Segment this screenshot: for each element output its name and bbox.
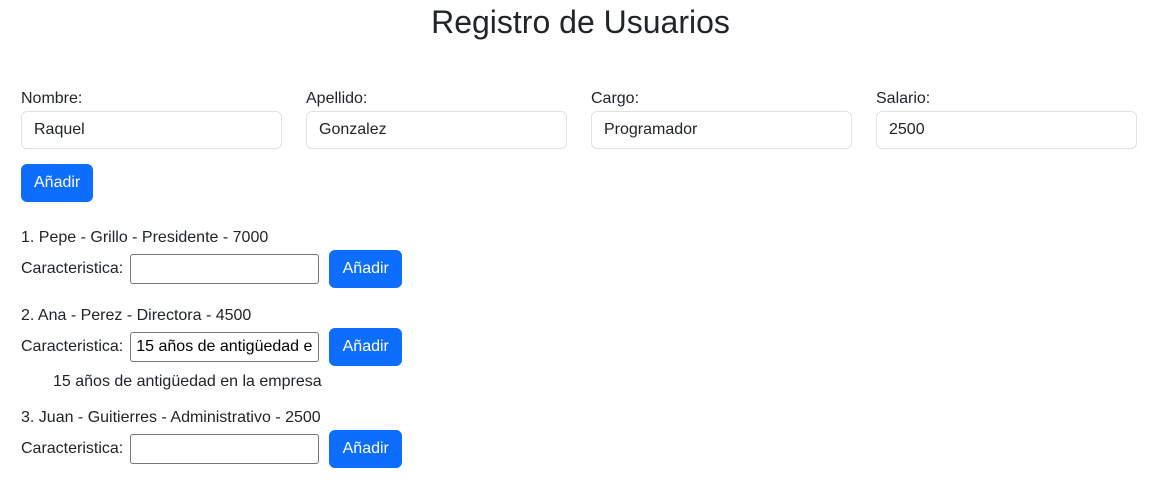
salario-field-group: Salario: — [876, 89, 1137, 149]
add-feature-button[interactable]: Añadir — [329, 328, 403, 366]
user-summary: 2. Ana - Perez - Directora - 4500 — [21, 307, 252, 324]
feature-input[interactable] — [130, 332, 320, 362]
feature-row: Caracteristica: Añadir — [21, 250, 721, 288]
add-feature-button[interactable]: Añadir — [329, 430, 403, 468]
user-item: 1. Pepe - Grillo - Presidente - 7000 Car… — [21, 228, 721, 306]
user-list: 1. Pepe - Grillo - Presidente - 7000 Car… — [21, 228, 721, 486]
user-summary: 3. Juan - Guitierres - Administrativo - … — [21, 409, 321, 426]
nombre-label: Nombre: — [21, 90, 83, 107]
feature-label: Caracteristica: — [21, 338, 124, 355]
feature-label: Caracteristica: — [21, 260, 124, 277]
add-user-button[interactable]: Añadir — [21, 164, 93, 202]
feature-input[interactable] — [130, 254, 320, 284]
apellido-input[interactable] — [306, 111, 567, 149]
feature-row: Caracteristica: Añadir — [21, 328, 721, 366]
cargo-field-group: Cargo: — [591, 89, 852, 149]
salario-label: Salario: — [876, 90, 931, 107]
user-form: Nombre: Apellido: Cargo: Salario: — [21, 89, 1137, 149]
user-summary: 1. Pepe - Grillo - Presidente - 7000 — [21, 229, 269, 246]
nombre-input[interactable] — [21, 111, 282, 149]
feature-input[interactable] — [130, 434, 320, 464]
apellido-label: Apellido: — [306, 90, 368, 107]
apellido-field-group: Apellido: — [306, 89, 567, 149]
cargo-input[interactable] — [591, 111, 852, 149]
add-feature-button[interactable]: Añadir — [329, 250, 403, 288]
feature-list-item: 15 años de antigüedad en la empresa — [53, 373, 322, 390]
feature-label: Caracteristica: — [21, 440, 124, 457]
nombre-field-group: Nombre: — [21, 89, 282, 149]
page-title: Registro de Usuarios — [431, 4, 730, 40]
user-item: 2. Ana - Perez - Directora - 4500 Caract… — [21, 306, 721, 408]
salario-input[interactable] — [876, 111, 1137, 149]
cargo-label: Cargo: — [591, 90, 640, 107]
user-item: 3. Juan - Guitierres - Administrativo - … — [21, 408, 721, 486]
feature-row: Caracteristica: Añadir — [21, 430, 721, 468]
